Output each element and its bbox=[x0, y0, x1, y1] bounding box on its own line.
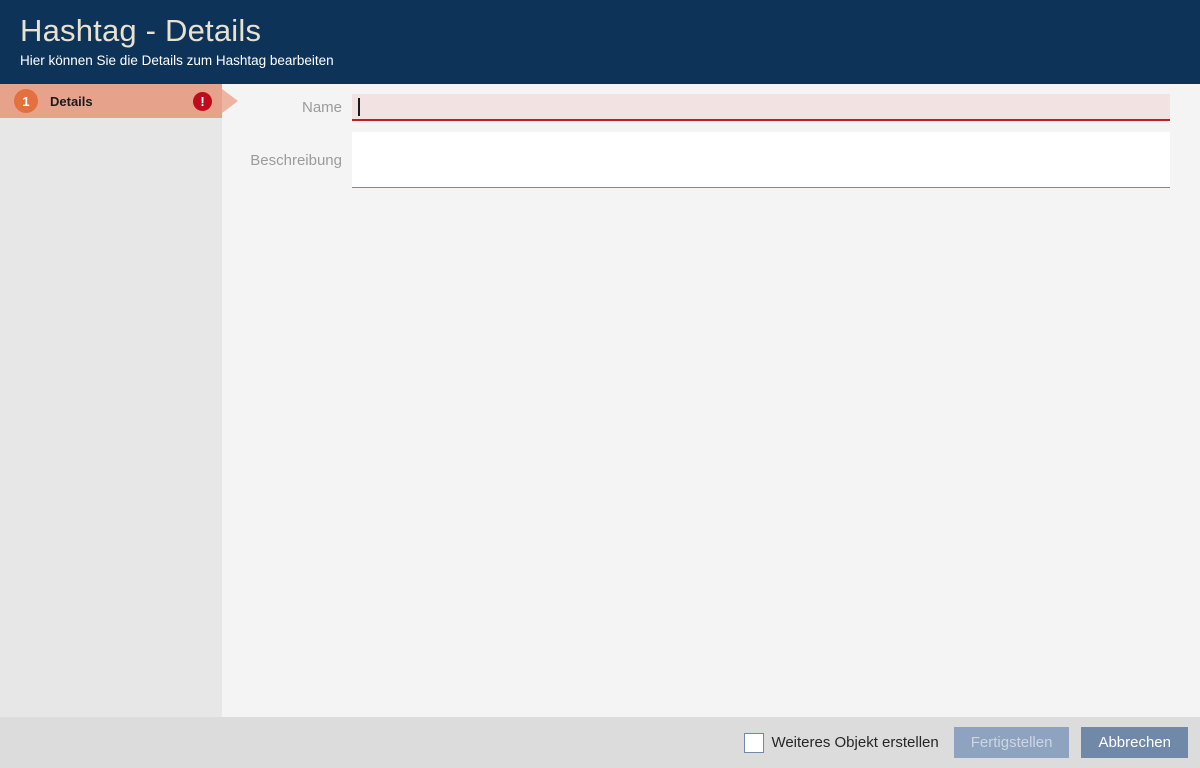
name-input[interactable] bbox=[352, 94, 1170, 121]
create-another-checkbox[interactable] bbox=[744, 733, 764, 753]
step-label: Details bbox=[50, 94, 193, 109]
active-step-arrow-icon bbox=[222, 89, 238, 113]
name-label: Name bbox=[222, 94, 352, 121]
finish-button[interactable]: Fertigstellen bbox=[954, 727, 1070, 758]
description-input[interactable] bbox=[352, 132, 1170, 188]
wizard-sidebar: 1 Details ! bbox=[0, 84, 222, 717]
dialog-body: 1 Details ! Name Beschreibung bbox=[0, 84, 1200, 717]
sidebar-step-details[interactable]: 1 Details ! bbox=[0, 84, 222, 118]
page-subtitle: Hier können Sie die Details zum Hashtag … bbox=[20, 53, 1200, 68]
dialog-header: Hashtag - Details Hier können Sie die De… bbox=[0, 0, 1200, 84]
details-form: Name Beschreibung bbox=[222, 84, 1200, 717]
page-title: Hashtag - Details bbox=[20, 12, 1200, 50]
description-field-row: Beschreibung bbox=[222, 132, 1170, 188]
error-icon: ! bbox=[193, 92, 212, 111]
create-another-group[interactable]: Weiteres Objekt erstellen bbox=[744, 733, 938, 753]
text-caret bbox=[358, 98, 360, 116]
dialog-footer: Weiteres Objekt erstellen Fertigstellen … bbox=[0, 717, 1200, 768]
step-number-badge: 1 bbox=[14, 89, 38, 113]
description-label: Beschreibung bbox=[222, 132, 352, 188]
create-another-label: Weiteres Objekt erstellen bbox=[771, 734, 938, 751]
cancel-button[interactable]: Abbrechen bbox=[1081, 727, 1188, 758]
name-field-row: Name bbox=[222, 94, 1170, 121]
